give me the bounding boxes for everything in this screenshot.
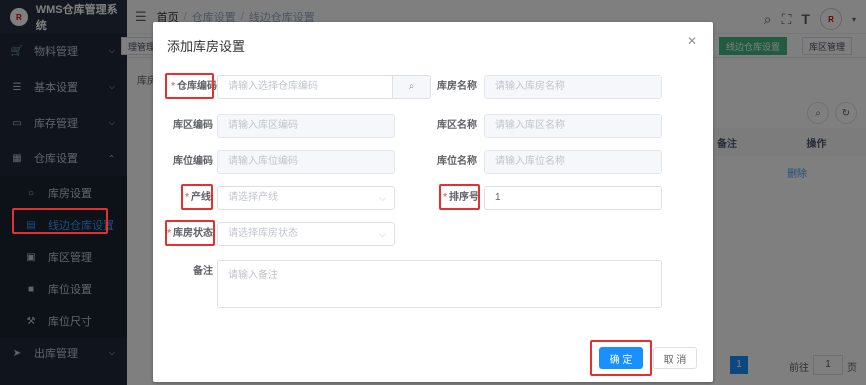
remark-textarea[interactable]: 请输入备注 — [217, 260, 662, 308]
sort-order-label: * 排序号 — [441, 186, 479, 210]
warehouse-code-input[interactable]: 请输入选择仓库编码 ⌕ — [217, 75, 431, 99]
confirm-button[interactable]: 确 定 — [599, 347, 643, 369]
dialog-title: 添加库房设置 — [167, 39, 246, 54]
label-text: 产线 — [191, 192, 211, 203]
area-code-label: 库区编码 — [173, 120, 213, 131]
location-name-input[interactable]: 请输入库位名称 — [484, 150, 662, 174]
app-root: R WMS仓库管理系统 🛒物料管理⌵ ☰基本设置⌵ ▭库存管理⌵ ▦仓库设置⌃ … — [0, 0, 866, 385]
add-storeroom-dialog: 添加库房设置 ✕ * 仓库编码 请输入选择仓库编码 ⌕ 库房名称 请输入库房名称 … — [153, 22, 713, 382]
required-mark: * — [167, 228, 171, 239]
area-code-input[interactable]: 请输入库区编码 — [217, 114, 395, 138]
required-mark: * — [171, 81, 175, 92]
cancel-button[interactable]: 取 消 — [653, 347, 697, 369]
area-name-input[interactable]: 请输入库区名称 — [484, 114, 662, 138]
search-icon: ⌕ — [408, 81, 415, 92]
area-name-label: 库区名称 — [437, 120, 477, 131]
label-text: 库房状态 — [173, 228, 213, 239]
remark-label: 备注 — [193, 266, 213, 277]
production-line-label: * 产线 — [183, 186, 211, 210]
warehouse-code-label: * 仓库编码 — [167, 75, 217, 99]
close-icon[interactable]: ✕ — [687, 34, 697, 48]
required-mark: * — [443, 192, 447, 203]
status-select[interactable]: 请选择库房状态 ⌵ — [217, 222, 395, 246]
label-text: 仓库编码 — [177, 81, 217, 92]
location-name-label: 库位名称 — [437, 156, 477, 167]
chevron-down-icon: ⌵ — [379, 229, 386, 239]
production-line-select[interactable]: 请选择产线 ⌵ — [217, 186, 395, 210]
sort-order-input[interactable]: 1 — [484, 186, 662, 210]
warehouse-name-input[interactable]: 请输入库房名称 — [484, 75, 662, 99]
label-text: 排序号 — [449, 192, 479, 203]
search-button[interactable]: ⌕ — [392, 76, 430, 98]
placeholder-text: 请选择库房状态 — [228, 228, 298, 239]
location-code-input[interactable]: 请输入库位编码 — [217, 150, 395, 174]
warehouse-name-label: 库房名称 — [437, 81, 477, 92]
location-code-label: 库位编码 — [173, 156, 213, 167]
placeholder-text: 请输入选择仓库编码 — [228, 81, 318, 92]
required-mark: * — [185, 192, 189, 203]
status-label: * 库房状态 — [167, 222, 213, 246]
chevron-down-icon: ⌵ — [379, 193, 386, 203]
placeholder-text: 请选择产线 — [228, 192, 278, 203]
